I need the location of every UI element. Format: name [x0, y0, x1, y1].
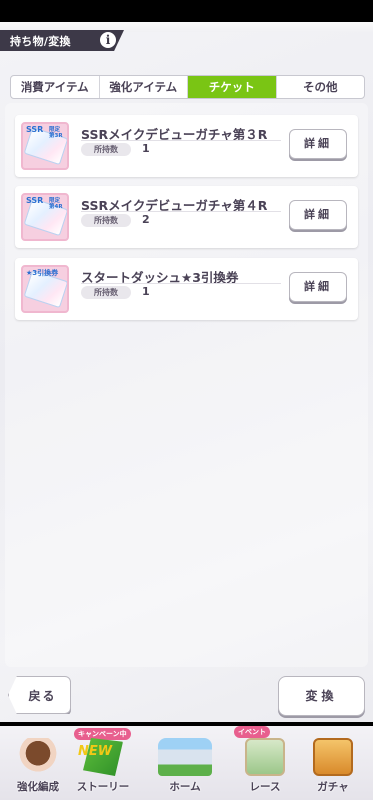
owned-label: 所持数	[81, 214, 131, 227]
detail-button[interactable]: 詳細	[289, 200, 347, 230]
nav-item-story[interactable]: キャンペーン中 NEW ストーリー	[68, 728, 138, 794]
detail-button[interactable]: 詳細	[289, 272, 347, 302]
owned-count: 2	[142, 213, 150, 226]
bottom-nav: 強化編成 キャンペーン中 NEW ストーリー ホーム イベント レース ガチャ	[0, 726, 373, 800]
list-item: ★3引換券 スタートダッシュ★3引換券 所持数 1 詳細	[15, 258, 358, 320]
character-icon	[18, 738, 58, 776]
thumb-label: SSR	[26, 196, 44, 205]
ticket-thumbnail: SSR 限定 第3R	[21, 122, 69, 170]
new-tag: NEW	[78, 744, 113, 759]
nav-item-race[interactable]: イベント レース	[230, 726, 300, 794]
list-item: SSR 限定 第4R SSRメイクデビューガチャ第４R 所持数 2 詳細	[15, 186, 358, 248]
tab-consumables[interactable]: 消費アイテム	[11, 76, 100, 98]
thumb-label: SSR	[26, 125, 44, 134]
campaign-badge: キャンペーン中	[74, 728, 131, 740]
info-icon[interactable]: i	[100, 32, 116, 48]
divider	[81, 140, 281, 141]
list-item: SSR 限定 第3R SSRメイクデビューガチャ第３R 所持数 1 詳細	[15, 115, 358, 177]
event-badge: イベント	[234, 726, 270, 738]
nav-item-gacha[interactable]: ガチャ	[298, 736, 368, 794]
tab-other[interactable]: その他	[277, 76, 365, 98]
thumb-sub: 限定 第4R	[49, 198, 63, 210]
thumb-sub: 限定 第3R	[49, 127, 63, 139]
divider	[81, 211, 281, 212]
ticket-thumbnail: ★3引換券	[21, 265, 69, 313]
status-bar	[0, 0, 373, 22]
owned-count: 1	[142, 285, 150, 298]
detail-button[interactable]: 詳細	[289, 129, 347, 159]
race-gate-icon	[245, 738, 285, 776]
owned-label: 所持数	[81, 286, 131, 299]
nav-label: レース	[249, 781, 281, 793]
tab-tickets[interactable]: チケット	[188, 76, 277, 98]
owned-count: 1	[142, 142, 150, 155]
nav-label: 強化編成	[17, 781, 59, 793]
exchange-button[interactable]: 変換	[278, 676, 365, 716]
category-tabs: 消費アイテム 強化アイテム チケット その他	[10, 75, 365, 99]
owned-label: 所持数	[81, 143, 131, 156]
nav-label: ホーム	[169, 781, 201, 793]
page-title: 持ち物/変換	[10, 35, 71, 48]
divider	[81, 283, 281, 284]
nav-item-enhance[interactable]: 強化編成	[3, 736, 73, 794]
page-header: 持ち物/変換 i	[0, 30, 124, 51]
nav-item-home[interactable]: ホーム	[150, 736, 220, 794]
nav-label: ストーリー	[76, 781, 130, 793]
home-building-icon	[158, 738, 212, 776]
back-button[interactable]: 戻る	[8, 676, 71, 714]
ticket-thumbnail: SSR 限定 第4R	[21, 193, 69, 241]
nav-label: ガチャ	[317, 781, 349, 793]
gacha-icon	[313, 738, 353, 776]
thumb-label: ★3引換券	[26, 269, 59, 277]
tab-enhancement[interactable]: 強化アイテム	[100, 76, 188, 98]
